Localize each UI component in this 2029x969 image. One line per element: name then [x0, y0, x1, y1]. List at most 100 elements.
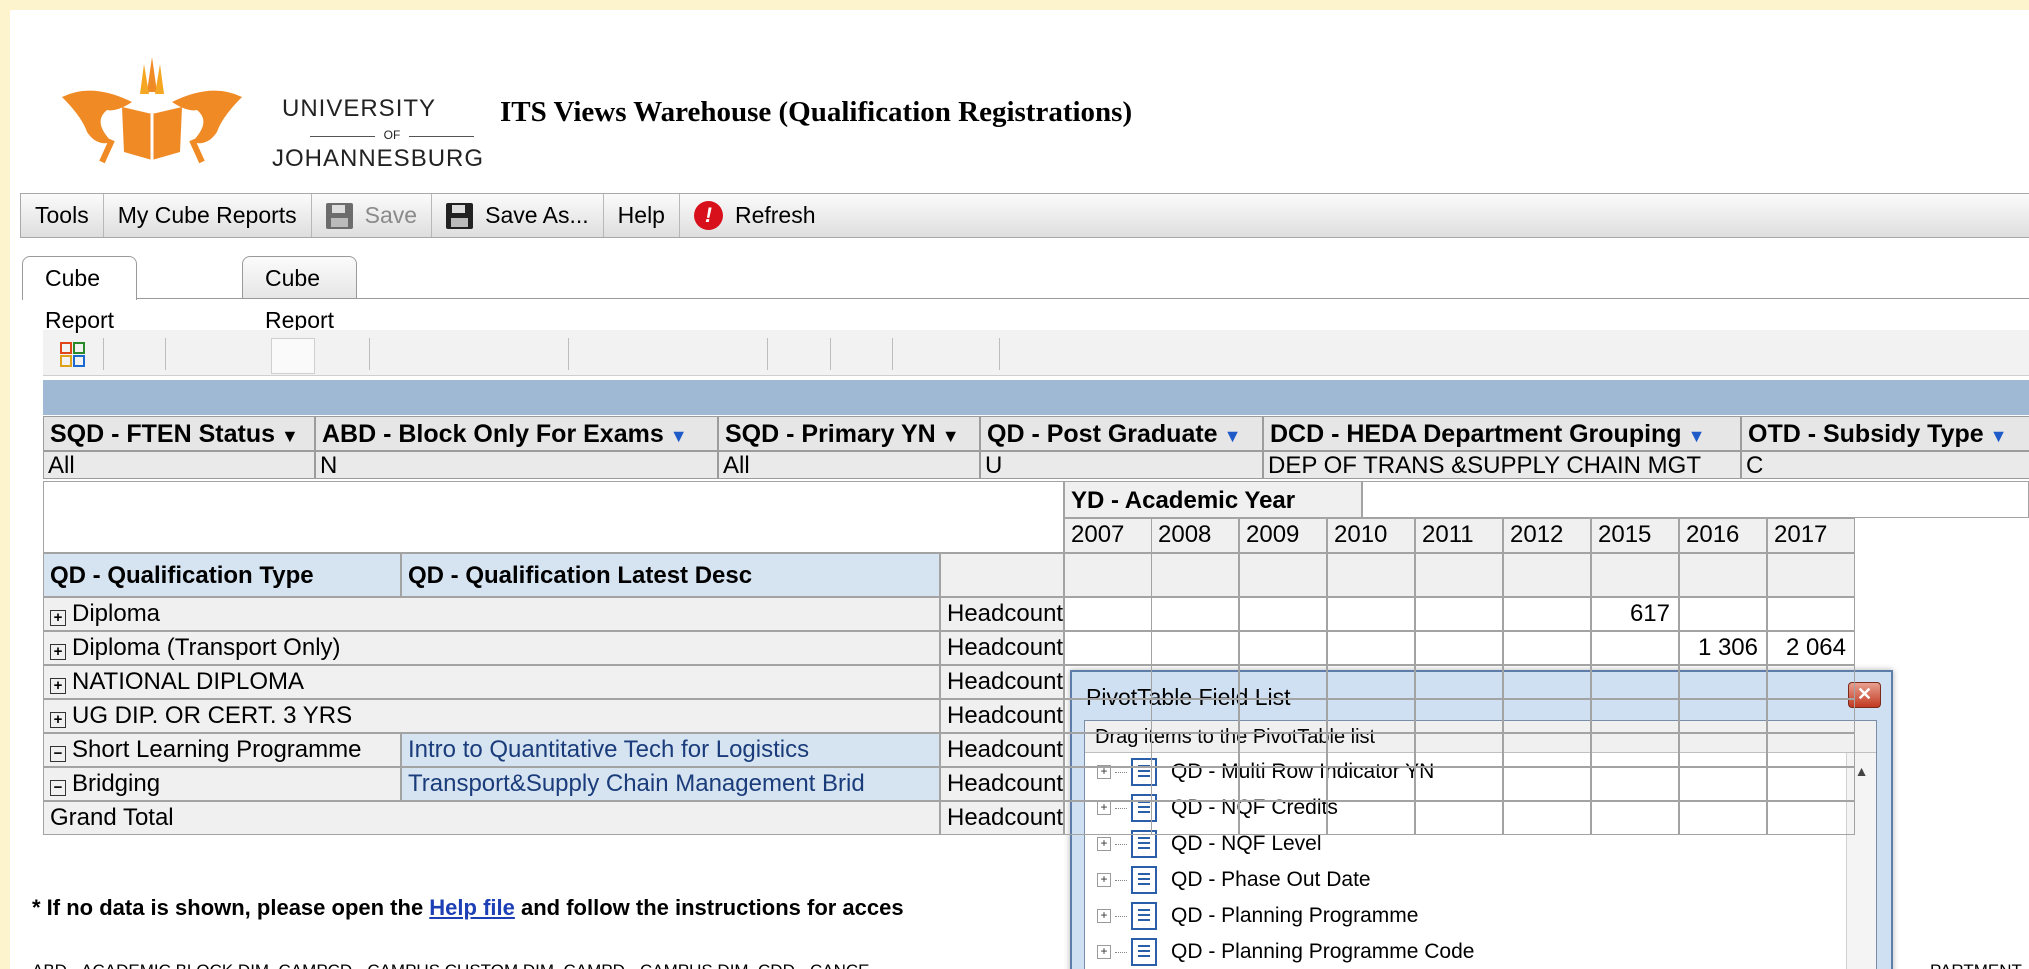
data-cell [1327, 665, 1415, 699]
data-cell [1064, 665, 1152, 699]
row-qualification-type[interactable]: Grand Total [43, 801, 940, 835]
save-button[interactable]: Save [312, 194, 433, 237]
row-qualification-desc[interactable]: Transport&Supply Chain Management Brid [401, 767, 940, 801]
help-label: Help [617, 202, 665, 228]
toolbar-separator [767, 338, 768, 370]
filter-label: ABD - Block Only For Exams [322, 420, 664, 448]
field-label: QD - Planning Programme [1171, 904, 1419, 927]
logo-of-text: OF [292, 128, 492, 142]
university-logo: UNIVERSITY OF JOHANNESBURG [52, 52, 483, 172]
filter-post-graduate[interactable]: QD - Post Graduate ▼ [980, 416, 1263, 451]
expand-icon[interactable]: + [1097, 873, 1111, 887]
collapse-icon[interactable]: − [50, 746, 66, 762]
data-cell [1064, 699, 1152, 733]
tab-cube-report[interactable]: Cube Report [22, 256, 138, 333]
data-cell [1239, 767, 1327, 801]
data-cell [1239, 597, 1327, 631]
column-field-academic-year[interactable]: YD - Academic Year [1064, 481, 1362, 518]
field-icon [1131, 866, 1157, 894]
dropdown-arrow-icon[interactable]: ▼ [281, 426, 299, 446]
dropdown-arrow-icon[interactable]: ▼ [1990, 426, 2008, 446]
collapse-icon[interactable]: − [50, 780, 66, 796]
data-cell [1767, 767, 1855, 801]
toolbar-separator [568, 338, 569, 370]
toolbar-separator [103, 338, 104, 370]
help-menu[interactable]: Help [604, 194, 680, 237]
year-header: 2010 [1327, 518, 1415, 553]
tree-connector [1115, 879, 1127, 881]
expand-icon[interactable]: + [50, 644, 66, 660]
dropdown-arrow-icon[interactable]: ▼ [942, 426, 960, 446]
filter-block-only-exams[interactable]: ABD - Block Only For Exams ▼ [315, 416, 718, 451]
row-type-label: Grand Total [50, 804, 174, 831]
data-cell [1591, 733, 1679, 767]
year-subheader [1327, 553, 1415, 597]
dropdown-arrow-icon[interactable]: ▼ [1688, 426, 1706, 446]
data-cell [1239, 699, 1327, 733]
expand-icon[interactable]: + [1097, 837, 1111, 851]
row-type-label: Diploma (Transport Only) [72, 634, 341, 661]
data-cell [1767, 801, 1855, 835]
filter-ften-status[interactable]: SQD - FTEN Status ▼ [43, 416, 315, 451]
field-list-item[interactable]: + QD - Planning Programme [1097, 899, 1418, 933]
field-list-icon[interactable] [59, 341, 87, 369]
dropdown-arrow-icon[interactable]: ▼ [670, 426, 688, 446]
data-cell [1151, 699, 1239, 733]
tab-cube-report-chart[interactable]: Cube Report Chart [242, 256, 358, 375]
row-qualification-type[interactable]: + UG DIP. OR CERT. 3 YRS [43, 699, 940, 733]
year-subheader [1415, 553, 1503, 597]
abbreviations-text-tail: PARTMENT [1930, 961, 2022, 969]
field-list-item[interactable]: + QD - Planning Programme Code [1097, 935, 1474, 969]
filter-label: SQD - FTEN Status [50, 420, 276, 448]
help-file-link[interactable]: Help file [429, 895, 515, 920]
refresh-button[interactable]: ! Refresh [680, 194, 830, 237]
data-cell [1767, 733, 1855, 767]
data-cell [1679, 665, 1767, 699]
row-qualification-type[interactable]: − Bridging [43, 767, 401, 801]
data-cell [1327, 733, 1415, 767]
expand-icon[interactable]: + [50, 610, 66, 626]
save-as-icon [446, 202, 474, 229]
data-cell [1415, 767, 1503, 801]
data-cell [1064, 767, 1152, 801]
tree-connector [1115, 951, 1127, 953]
data-cell [1679, 699, 1767, 733]
data-cell [1415, 699, 1503, 733]
expand-icon[interactable]: + [50, 678, 66, 694]
row-qualification-desc[interactable]: Intro to Quantitative Tech for Logistics [401, 733, 940, 767]
field-list-item[interactable]: + QD - Phase Out Date [1097, 863, 1371, 897]
expand-icon[interactable]: + [50, 712, 66, 728]
row-qualification-type[interactable]: + NATIONAL DIPLOMA [43, 665, 940, 699]
field-icon [1131, 938, 1157, 966]
row-field-qualification-type[interactable]: QD - Qualification Type [43, 553, 401, 597]
row-qualification-type[interactable]: + Diploma [43, 597, 940, 631]
toolbar-button[interactable] [271, 338, 315, 374]
logo-johannesburg-text: JOHANNESBURG [272, 145, 485, 172]
filter-subsidy-type[interactable]: OTD - Subsidy Type ▼ [1741, 416, 2029, 451]
filter-heda-department[interactable]: DCD - HEDA Department Grouping ▼ [1263, 416, 1741, 451]
my-cube-reports-menu[interactable]: My Cube Reports [104, 194, 312, 237]
data-cell [1503, 665, 1591, 699]
toolbar-separator [369, 338, 370, 370]
row-qualification-type[interactable]: − Short Learning Programme [43, 733, 401, 767]
row-field-qualification-desc[interactable]: QD - Qualification Latest Desc [401, 553, 940, 597]
save-as-button[interactable]: Save As... [432, 194, 604, 237]
expand-icon[interactable]: + [1097, 945, 1111, 959]
row-type-label: Bridging [72, 770, 161, 797]
data-cell [1503, 767, 1591, 801]
data-cell [1327, 631, 1415, 665]
year-header: 2016 [1679, 518, 1767, 553]
data-cell [1415, 733, 1503, 767]
expand-icon[interactable]: + [1097, 909, 1111, 923]
data-cell [1151, 767, 1239, 801]
tools-menu[interactable]: Tools [21, 194, 104, 237]
filter-primary-yn[interactable]: SQD - Primary YN ▼ [718, 416, 980, 451]
data-cell [1415, 631, 1503, 665]
dropdown-arrow-icon[interactable]: ▼ [1224, 426, 1242, 446]
data-cell [1064, 801, 1152, 835]
year-header: 2017 [1767, 518, 1855, 553]
row-qualification-type[interactable]: + Diploma (Transport Only) [43, 631, 940, 665]
year-header: 2009 [1239, 518, 1327, 553]
tab-divider [22, 298, 2029, 299]
field-icon [1131, 902, 1157, 930]
